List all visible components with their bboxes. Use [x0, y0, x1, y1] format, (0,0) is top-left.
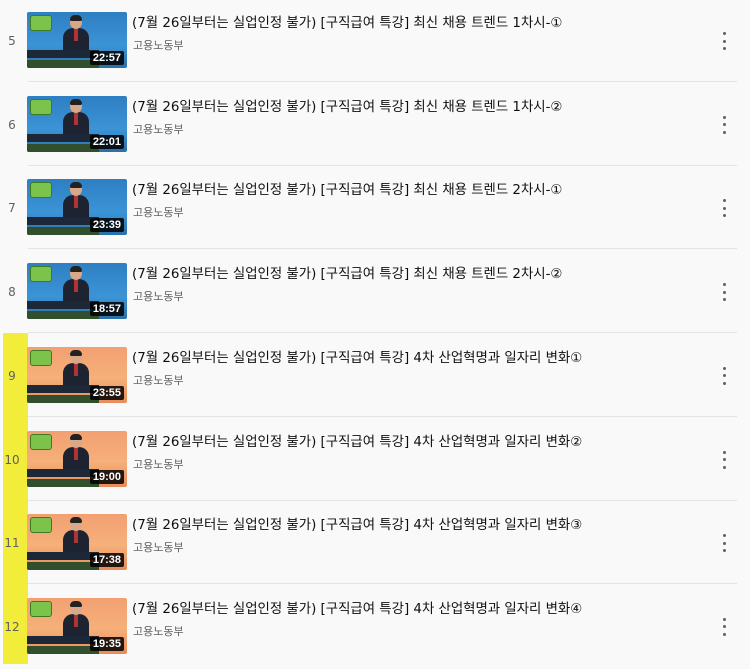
duration-badge: 18:57	[89, 302, 124, 317]
thumbnail-hashtag-strip	[27, 394, 99, 403]
presenter-image	[63, 433, 89, 473]
more-vert-icon[interactable]	[716, 115, 732, 134]
presenter-image	[63, 15, 89, 54]
channel-name[interactable]: 고용노동부	[133, 623, 184, 639]
playlist-item[interactable]: 8 18:57 (7월 26일부터는 실업인정 불가) [구직급여 특강] 최신 채…	[0, 250, 750, 334]
presenter-image	[63, 266, 89, 306]
program-logo-icon	[30, 349, 52, 366]
playlist-item-index: 5	[8, 34, 16, 48]
playlist-item-index: 9	[8, 368, 16, 383]
playlist-item-index: 7	[8, 201, 16, 216]
thumbnail-hashtag-strip	[27, 311, 99, 320]
playlist-item-index: 6	[8, 117, 16, 132]
video-thumbnail[interactable]: 19:35	[27, 597, 127, 654]
playlist-item[interactable]: 12 19:35 (7월 26일부터는 실업인정 불가) [구직급여 특강] 4차 …	[0, 585, 750, 669]
duration-badge: 17:38	[89, 553, 124, 568]
channel-name[interactable]: 고용노동부	[133, 288, 184, 304]
thumbnail-hashtag-strip	[27, 562, 99, 571]
video-title[interactable]: (7월 26일부터는 실업인정 불가) [구직급여 특강] 4차 산업혁명과 일…	[132, 597, 712, 617]
video-thumbnail[interactable]: 17:38	[27, 514, 127, 571]
channel-name[interactable]: 고용노동부	[133, 372, 184, 388]
playlist-item[interactable]: 5 22:57 (7월 26일부터는 실업인정 불가) [구직급여 특강] 최신 채…	[0, 0, 750, 83]
playlist-item[interactable]: 9 23:55 (7월 26일부터는 실업인정 불가) [구직급여 특강] 4차 산…	[0, 334, 750, 418]
duration-badge: 23:39	[89, 218, 124, 233]
playlist-item-index: 12	[4, 619, 20, 634]
video-title[interactable]: (7월 26일부터는 실업인정 불가) [구직급여 특강] 최신 채용 트렌드 …	[132, 262, 712, 282]
program-logo-icon	[30, 182, 52, 199]
duration-badge: 19:35	[89, 636, 124, 651]
more-vert-icon[interactable]	[716, 283, 732, 302]
thumbnail-hashtag-strip	[27, 478, 99, 487]
video-thumbnail[interactable]: 23:39	[27, 179, 127, 236]
thumbnail-hashtag-strip	[27, 143, 99, 152]
video-title[interactable]: (7월 26일부터는 실업인정 불가) [구직급여 특강] 4차 산업혁명과 일…	[132, 430, 712, 450]
thumbnail-caption-bar	[27, 635, 99, 644]
channel-name[interactable]: 고용노동부	[133, 204, 184, 220]
more-vert-icon[interactable]	[716, 617, 732, 636]
thumbnail-caption-bar	[27, 468, 99, 477]
thumbnail-caption-bar	[27, 552, 99, 561]
presenter-image	[63, 517, 89, 557]
thumbnail-hashtag-strip	[27, 645, 99, 654]
playlist-item-index: 8	[8, 285, 16, 300]
duration-badge: 19:00	[89, 469, 124, 484]
presenter-image	[63, 182, 89, 222]
thumbnail-caption-bar	[27, 50, 99, 58]
playlist-item[interactable]: 10 19:00 (7월 26일부터는 실업인정 불가) [구직급여 특강] 4차 …	[0, 418, 750, 502]
program-logo-icon	[30, 517, 52, 534]
duration-badge: 23:55	[89, 385, 124, 400]
more-vert-icon[interactable]	[716, 450, 732, 469]
presenter-image	[63, 98, 89, 138]
playlist-item[interactable]: 7 23:39 (7월 26일부터는 실업인정 불가) [구직급여 특강] 최신 채…	[0, 166, 750, 250]
thumbnail-caption-bar	[27, 301, 99, 310]
program-logo-icon	[30, 266, 52, 283]
channel-name[interactable]: 고용노동부	[133, 539, 184, 555]
video-thumbnail[interactable]: 22:57	[27, 12, 127, 68]
video-thumbnail[interactable]: 19:00	[27, 430, 127, 487]
thumbnail-caption-bar	[27, 217, 99, 226]
more-vert-icon[interactable]	[716, 366, 732, 385]
thumbnail-hashtag-strip	[27, 227, 99, 236]
playlist-item-index: 11	[4, 536, 20, 551]
channel-name[interactable]: 고용노동부	[133, 37, 184, 53]
program-logo-icon	[30, 98, 52, 115]
playlist-item[interactable]: 11 17:38 (7월 26일부터는 실업인정 불가) [구직급여 특강] 4차 …	[0, 501, 750, 585]
channel-name[interactable]: 고용노동부	[133, 121, 184, 137]
playlist-item-index: 10	[4, 452, 20, 467]
video-title[interactable]: (7월 26일부터는 실업인정 불가) [구직급여 특강] 최신 채용 트렌드 …	[132, 95, 712, 115]
video-thumbnail[interactable]: 18:57	[27, 263, 127, 320]
program-logo-icon	[30, 600, 52, 617]
more-vert-icon[interactable]	[716, 199, 732, 218]
program-logo-icon	[30, 15, 52, 31]
thumbnail-caption-bar	[27, 384, 99, 393]
duration-badge: 22:57	[89, 51, 124, 65]
video-title[interactable]: (7월 26일부터는 실업인정 불가) [구직급여 특강] 4차 산업혁명과 일…	[132, 346, 712, 366]
video-title[interactable]: (7월 26일부터는 실업인정 불가) [구직급여 특강] 최신 채용 트렌드 …	[132, 178, 712, 198]
more-vert-icon[interactable]	[716, 32, 732, 50]
duration-badge: 22:01	[89, 134, 124, 149]
thumbnail-caption-bar	[27, 133, 99, 142]
video-thumbnail[interactable]: 22:01	[27, 95, 127, 152]
playlist-item[interactable]: 6 22:01 (7월 26일부터는 실업인정 불가) [구직급여 특강] 최신 채…	[0, 83, 750, 167]
presenter-image	[63, 349, 89, 389]
thumbnail-hashtag-strip	[27, 60, 99, 68]
presenter-image	[63, 600, 89, 640]
video-title[interactable]: (7월 26일부터는 실업인정 불가) [구직급여 특강] 최신 채용 트렌드 …	[132, 11, 712, 31]
program-logo-icon	[30, 433, 52, 450]
video-title[interactable]: (7월 26일부터는 실업인정 불가) [구직급여 특강] 4차 산업혁명과 일…	[132, 513, 712, 533]
more-vert-icon[interactable]	[716, 534, 732, 553]
channel-name[interactable]: 고용노동부	[133, 456, 184, 472]
video-thumbnail[interactable]: 23:55	[27, 346, 127, 403]
